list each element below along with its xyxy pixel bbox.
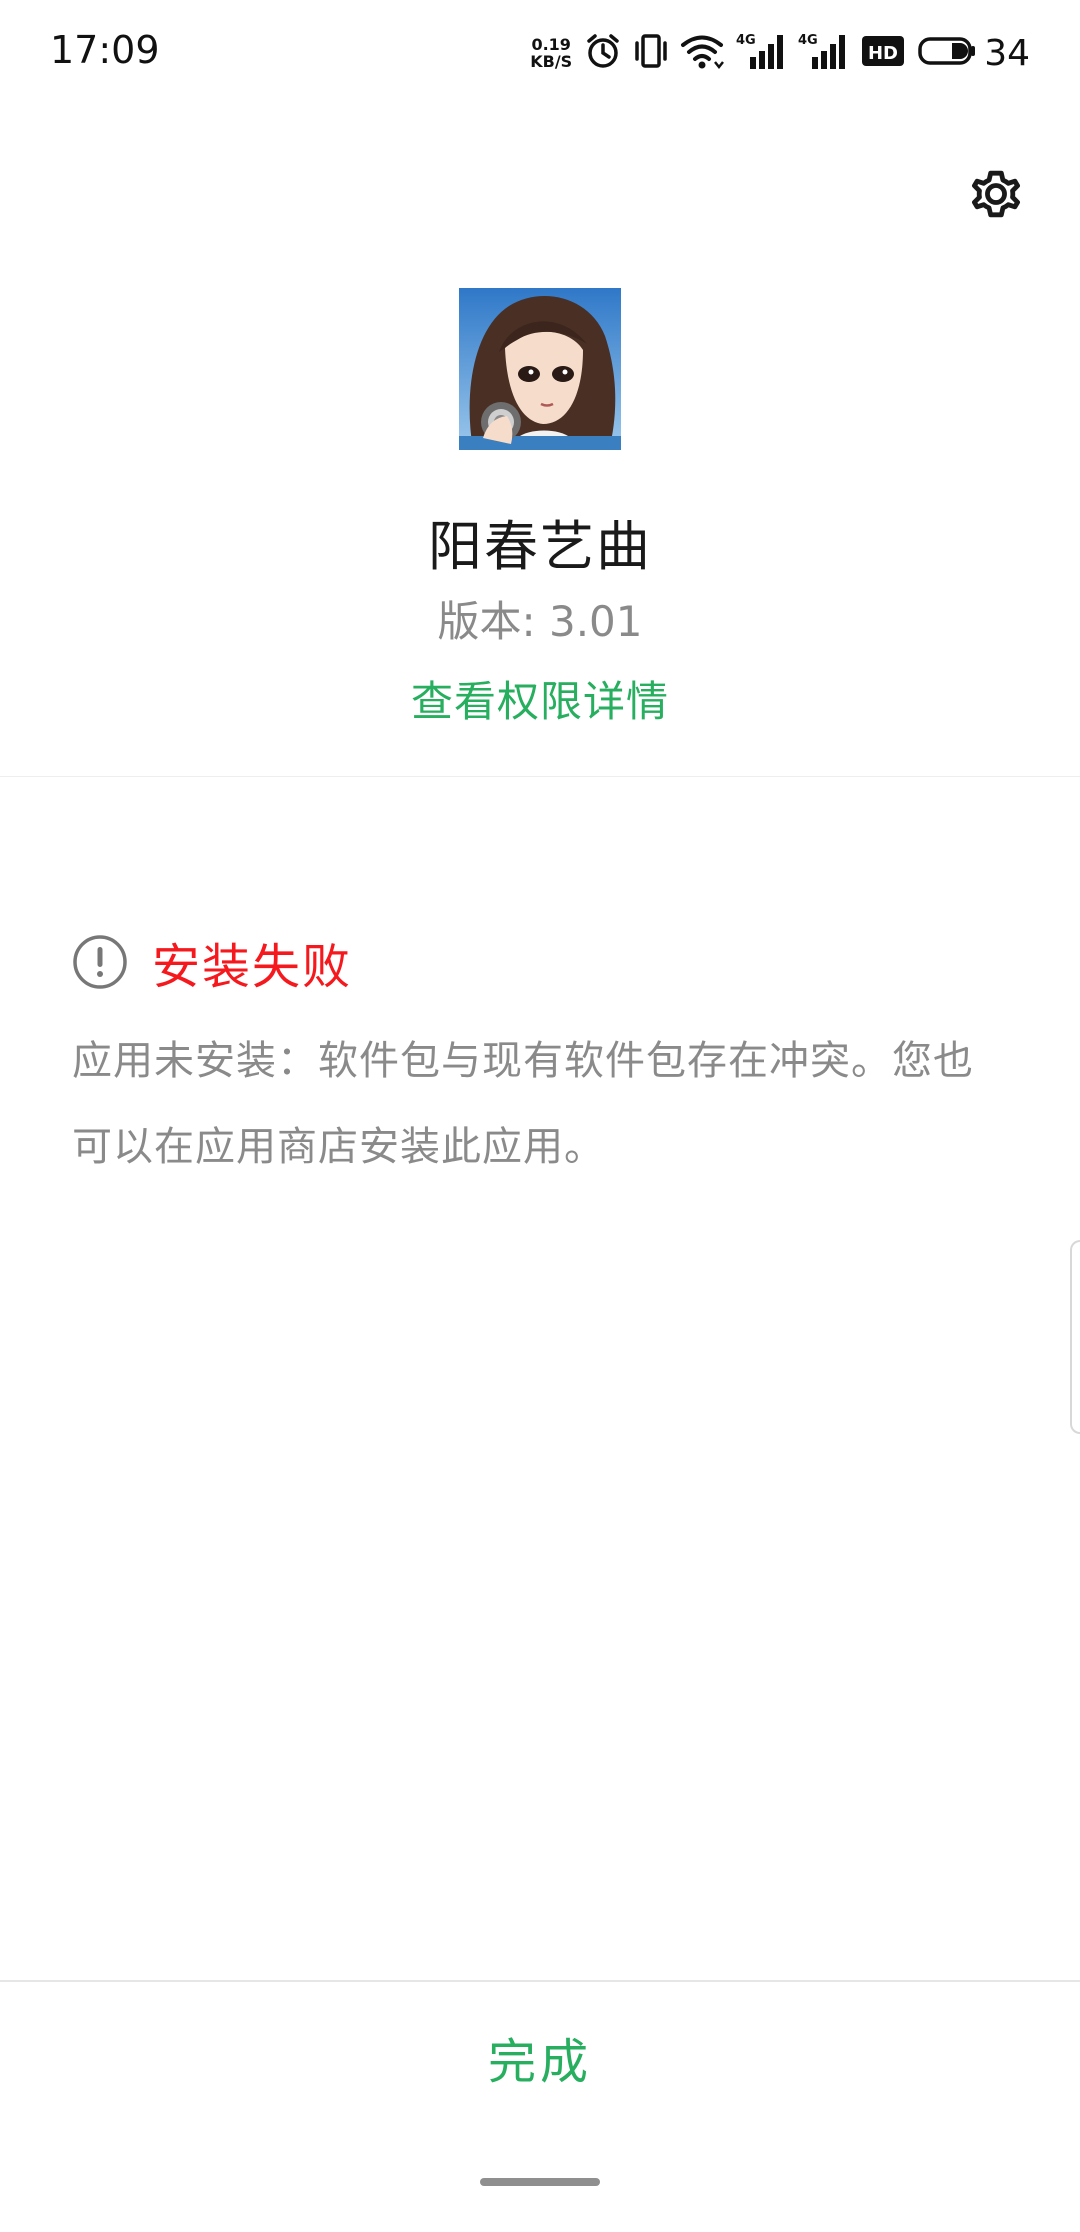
network-speed-value: 0.19 xyxy=(531,35,571,54)
status-icons: 0.19 KB/S 4G 4G HD 34 xyxy=(530,28,1030,78)
install-status-row: 安装失败 xyxy=(72,932,352,995)
edge-panel-handle[interactable] xyxy=(1070,1240,1080,1434)
exclamation-circle-icon xyxy=(72,934,128,990)
signal-4g-icon: 4G xyxy=(798,31,848,75)
network-speed: 0.19 KB/S xyxy=(530,36,572,70)
signal-4g-icon: 4G xyxy=(736,31,786,75)
signal-4g-label: 4G xyxy=(798,33,818,48)
vibrate-icon xyxy=(634,32,668,74)
signal-4g-label: 4G xyxy=(736,33,756,48)
install-result-screen: 17:09 0.19 KB/S 4G 4G HD 34 阳春艺曲 版本: 3.0… xyxy=(0,0,1080,2232)
battery-icon xyxy=(918,33,976,73)
hd-label: HD xyxy=(868,43,898,64)
app-name: 阳春艺曲 xyxy=(428,515,652,578)
network-speed-unit: KB/S xyxy=(530,52,573,71)
battery-level: 34 xyxy=(984,32,1030,74)
app-icon xyxy=(459,288,621,450)
gear-icon xyxy=(964,162,1028,230)
install-failed-description: 应用未安装：软件包与现有软件包存在冲突。您也可以在应用商店安装此应用。 xyxy=(72,1038,974,1170)
battery-fill xyxy=(952,43,969,59)
divider xyxy=(0,776,1080,777)
done-button[interactable]: 完成 xyxy=(0,1982,1080,2132)
permissions-details-link[interactable]: 查看权限详情 xyxy=(0,668,1080,729)
hd-icon: HD xyxy=(860,32,906,74)
status-bar: 17:09 0.19 KB/S 4G 4G HD 34 xyxy=(0,0,1080,108)
alarm-icon xyxy=(584,32,622,74)
install-failed-title: 安装失败 xyxy=(152,939,353,995)
status-time: 17:09 xyxy=(50,28,160,72)
settings-button[interactable] xyxy=(960,160,1032,232)
wifi-icon xyxy=(680,32,725,74)
app-version: 版本: 3.01 xyxy=(437,597,643,646)
home-indicator[interactable] xyxy=(480,2178,600,2186)
